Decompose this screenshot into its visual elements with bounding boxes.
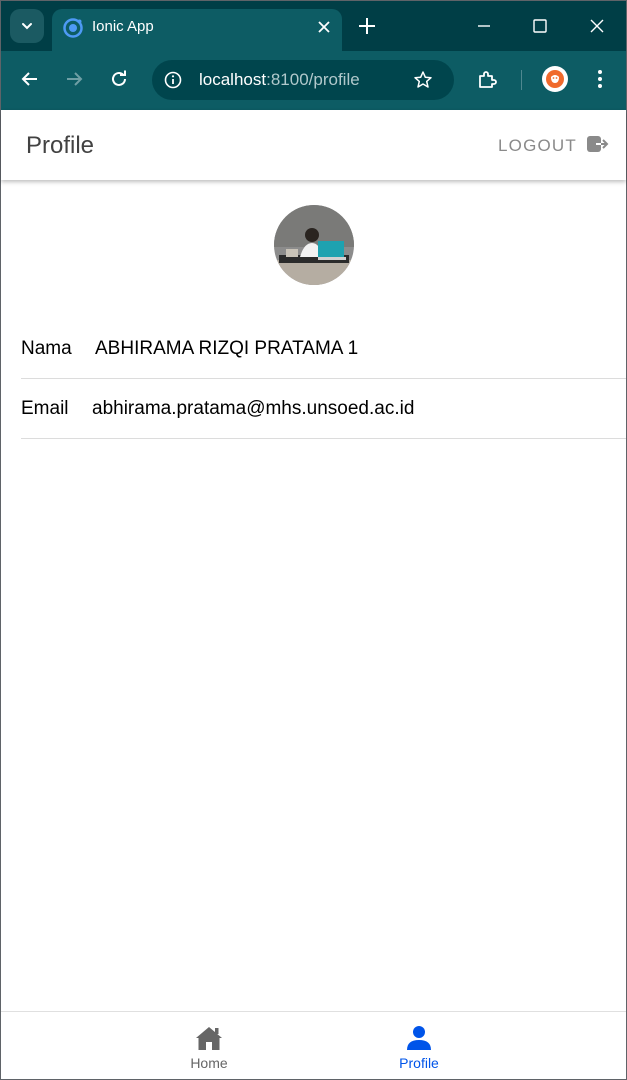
field-value-nama: ABHIRAMA RIZQI PRATAMA 1 <box>95 338 359 359</box>
url-text: localhost:8100/profile <box>199 70 360 89</box>
browser-tabstrip: Ionic App <box>1 1 626 51</box>
profile-avatar <box>274 205 354 285</box>
close-icon[interactable] <box>314 17 334 42</box>
toolbar-separator <box>521 70 522 90</box>
logout-label: LOGOUT <box>498 136 577 155</box>
page-title: Profile <box>26 132 95 159</box>
maximize-icon[interactable] <box>529 15 551 42</box>
address-bar[interactable]: localhost:8100/profile <box>152 60 454 100</box>
browser-profile-avatar[interactable] <box>542 66 568 92</box>
bottom-tab-bar: Home Profile <box>1 1011 626 1079</box>
tab-label-profile: Profile <box>399 1055 439 1071</box>
home-icon <box>195 1025 223 1051</box>
ionic-logo-icon <box>62 17 84 44</box>
back-arrow-icon[interactable] <box>19 68 41 95</box>
browser-tab-active[interactable]: Ionic App <box>52 9 342 51</box>
kebab-menu-icon[interactable] <box>590 68 610 95</box>
app-header: Profile LOGOUT <box>1 110 626 180</box>
browser-toolbar: localhost:8100/profile <box>1 51 626 110</box>
person-icon <box>406 1025 432 1051</box>
profile-avatar-icon <box>546 70 564 88</box>
reload-icon[interactable] <box>108 68 130 95</box>
field-value-email: abhirama.pratama@mhs.unsoed.ac.id <box>92 398 415 419</box>
log-out-icon <box>586 133 610 160</box>
bookmark-star-icon[interactable] <box>413 70 433 95</box>
field-label-email: Email <box>21 398 69 419</box>
tab-search-button[interactable] <box>10 9 44 43</box>
tab-title: Ionic App <box>92 18 154 35</box>
new-tab-icon[interactable] <box>356 15 378 42</box>
tab-home[interactable]: Home <box>134 1012 284 1080</box>
forward-arrow-icon[interactable] <box>63 68 85 95</box>
profile-photo-image <box>274 205 354 285</box>
profile-content: Nama ABHIRAMA RIZQI PRATAMA 1 Email abhi… <box>1 180 626 1011</box>
list-item: Nama ABHIRAMA RIZQI PRATAMA 1 <box>21 319 626 379</box>
list-item: Email abhirama.pratama@mhs.unsoed.ac.id <box>21 379 626 439</box>
tab-profile[interactable]: Profile <box>344 1012 494 1080</box>
window-close-icon[interactable] <box>586 15 608 42</box>
tab-label-home: Home <box>190 1055 228 1071</box>
extensions-icon[interactable] <box>476 68 498 95</box>
site-info-icon[interactable] <box>163 70 183 95</box>
field-label-nama: Nama <box>21 338 72 359</box>
logout-button[interactable]: LOGOUT <box>498 134 610 158</box>
chevron-down-icon <box>22 23 32 30</box>
minimize-icon[interactable] <box>473 15 495 42</box>
